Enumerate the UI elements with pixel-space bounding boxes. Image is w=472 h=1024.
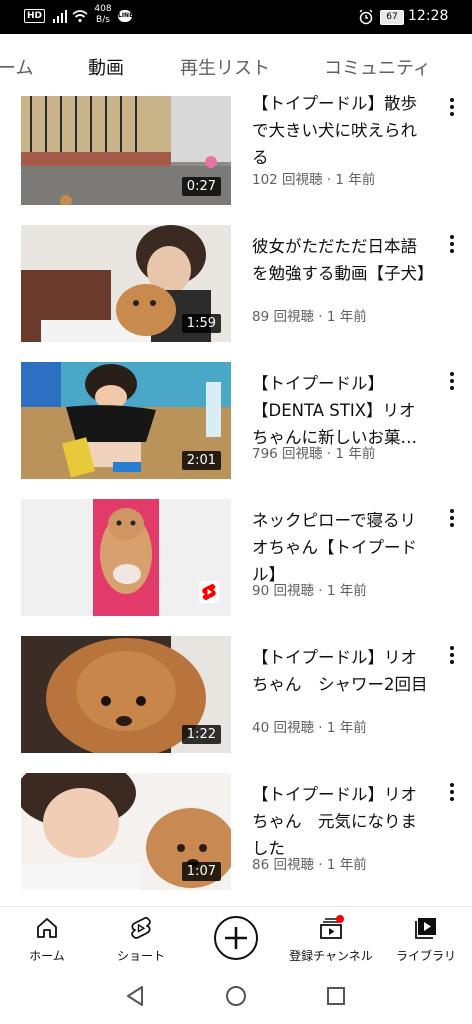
battery-indicator: 67: [380, 10, 404, 25]
tab-videos[interactable]: 動画: [88, 54, 124, 80]
video-item[interactable]: 0:27 【トイプードル】散歩で大きい犬に吠えられる 102 回視聴 · 1 年…: [0, 88, 472, 214]
shorts-badge-icon: [202, 583, 216, 600]
signal-icon: [53, 10, 67, 23]
library-icon: [415, 918, 436, 939]
video-meta: 40 回視聴 · 1 年前: [252, 720, 367, 736]
video-item[interactable]: ネックピローで寝るリオちゃん【トイプードル】 90 回視聴 · 1 年前: [0, 499, 472, 625]
video-title[interactable]: 【トイプードル】散歩で大きい犬に吠えられる: [252, 90, 432, 171]
home-icon: [37, 918, 57, 938]
network-speed: 408 B/s: [92, 4, 114, 26]
video-thumbnail[interactable]: 0:27: [21, 96, 231, 205]
system-navigation-bar: [0, 970, 472, 1024]
clock: 12:28: [408, 8, 449, 24]
video-duration: 2:01: [181, 451, 221, 470]
nav-library[interactable]: ライブラリ: [388, 907, 464, 971]
video-meta: 86 回視聴 · 1 年前: [252, 857, 367, 873]
more-options-icon[interactable]: [444, 646, 460, 666]
more-options-icon[interactable]: [444, 235, 460, 255]
video-title[interactable]: 彼女がただただ日本語を勉強する動画【子犬】: [252, 233, 432, 287]
speed-value: 408: [94, 4, 112, 14]
nav-home-label: ホーム: [29, 949, 65, 963]
notification-dot: [336, 915, 344, 923]
video-title[interactable]: ネックピローで寝るリオちゃん【トイプードル】: [252, 507, 432, 588]
more-options-icon[interactable]: [444, 98, 460, 118]
nav-library-label: ライブラリ: [395, 949, 456, 963]
video-item[interactable]: 1:07 【トイプードル】リオちゃん 元気になりました 86 回視聴 · 1 年…: [0, 773, 472, 899]
thumbnail-image: [21, 499, 231, 616]
video-duration: 1:22: [181, 725, 221, 744]
video-thumbnail[interactable]: 1:59: [21, 225, 231, 342]
home-circle-icon[interactable]: [224, 984, 248, 1008]
alarm-icon: [359, 9, 373, 25]
video-meta: 89 回視聴 · 1 年前: [252, 309, 367, 325]
tab-community[interactable]: コミュニティ: [324, 54, 431, 80]
nav-shorts-label: ショート: [116, 949, 165, 963]
video-item[interactable]: 2:01 【トイプードル】【DENTA STIX】リオちゃんに新しいお菓… 79…: [0, 362, 472, 488]
nav-subscriptions-label: 登録チャンネル: [289, 949, 373, 963]
tab-playlists[interactable]: 再生リスト: [180, 54, 270, 80]
more-options-icon[interactable]: [444, 509, 460, 529]
bottom-navigation: ホーム ショート 登録チャンネル ライブラリ: [0, 906, 472, 971]
nav-home[interactable]: ホーム: [14, 907, 80, 971]
subscriptions-icon: [320, 915, 344, 939]
video-duration: 1:59: [181, 314, 221, 333]
video-duration: 0:27: [181, 177, 221, 196]
video-title[interactable]: 【トイプードル】【DENTA STIX】リオちゃんに新しいお菓…: [252, 370, 432, 451]
video-item[interactable]: 1:59 彼女がただただ日本語を勉強する動画【子犬】 89 回視聴 · 1 年前: [0, 225, 472, 351]
channel-tabs: ーム 動画 再生リスト コミュニティ: [0, 34, 472, 94]
nav-shorts[interactable]: ショート: [106, 907, 176, 971]
video-meta: 90 回視聴 · 1 年前: [252, 583, 367, 599]
plus-icon: [225, 927, 247, 949]
hd-badge: HD: [24, 9, 46, 23]
video-thumbnail[interactable]: 1:07: [21, 773, 231, 890]
video-duration: 1:07: [181, 862, 221, 881]
status-bar: HD 408 B/s LINE 67 12:28: [0, 0, 472, 34]
video-meta: 796 回視聴 · 1 年前: [252, 446, 376, 462]
video-thumbnail[interactable]: 1:22: [21, 636, 231, 753]
video-title[interactable]: 【トイプードル】リオちゃん 元気になりました: [252, 781, 432, 862]
more-options-icon[interactable]: [444, 783, 460, 803]
tab-home[interactable]: ーム: [0, 54, 33, 80]
create-button[interactable]: [214, 916, 258, 960]
line-app-icon: LINE: [118, 10, 133, 22]
video-title[interactable]: 【トイプードル】リオちゃん シャワー2回目: [252, 644, 432, 698]
speed-unit: B/s: [96, 15, 110, 25]
video-meta: 102 回視聴 · 1 年前: [252, 172, 376, 188]
video-thumbnail[interactable]: 2:01: [21, 362, 231, 479]
recents-icon[interactable]: [325, 985, 347, 1007]
back-icon[interactable]: [124, 984, 146, 1008]
wifi-icon: [72, 10, 88, 23]
nav-subscriptions[interactable]: 登録チャンネル: [282, 907, 380, 971]
video-item[interactable]: 1:22 【トイプードル】リオちゃん シャワー2回目 40 回視聴 · 1 年前: [0, 636, 472, 762]
more-options-icon[interactable]: [444, 372, 460, 392]
video-thumbnail[interactable]: [21, 499, 231, 616]
shorts-icon: [131, 916, 151, 939]
